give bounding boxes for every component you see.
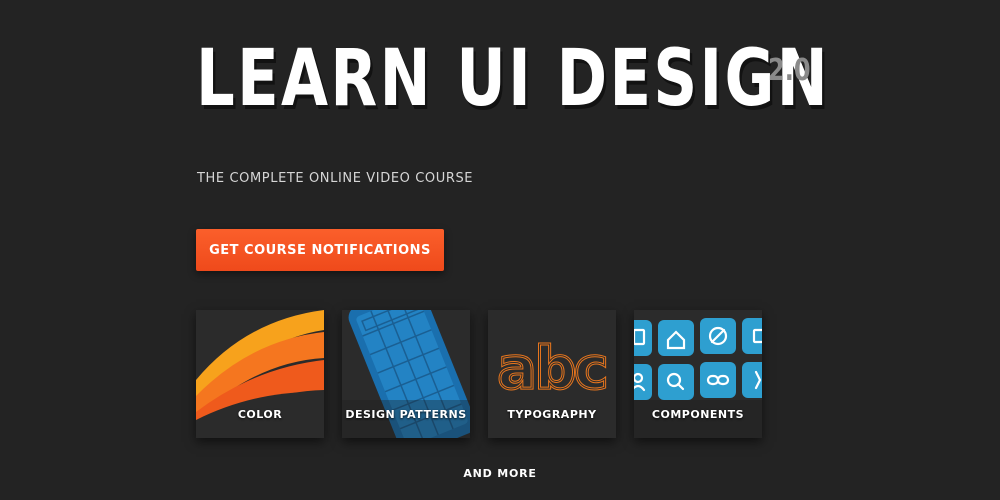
page: LEARN UI DESIGN 2.0 THE COMPLETE ONLINE … bbox=[0, 0, 1000, 500]
title-wrap: LEARN UI DESIGN bbox=[196, 40, 1000, 118]
topic-card-components[interactable]: COMPONENTS bbox=[634, 310, 762, 438]
page-title: LEARN UI DESIGN bbox=[196, 34, 831, 124]
card-label-color: COLOR bbox=[237, 408, 283, 421]
card-label-design-patterns: DESIGN PATTERNS bbox=[345, 408, 467, 421]
version-badge: 2.0 bbox=[768, 53, 811, 88]
topic-card-color[interactable]: COLOR bbox=[196, 310, 324, 438]
and-more-link[interactable]: AND MORE bbox=[0, 467, 1000, 480]
card-label-components: COMPONENTS bbox=[651, 408, 745, 421]
card-label-typography: TYPOGRAPHY bbox=[507, 408, 597, 421]
topic-card-design-patterns[interactable]: DESIGN PATTERNS bbox=[342, 310, 470, 438]
page-subtitle: THE COMPLETE ONLINE VIDEO COURSE bbox=[197, 171, 474, 186]
topic-card-typography[interactable]: abc abc TYPOGRAPHY bbox=[488, 310, 616, 438]
get-course-notifications-button[interactable]: GET COURSE NOTIFICATIONS bbox=[196, 229, 444, 271]
typography-art-inner-stroke: abc bbox=[497, 334, 606, 402]
